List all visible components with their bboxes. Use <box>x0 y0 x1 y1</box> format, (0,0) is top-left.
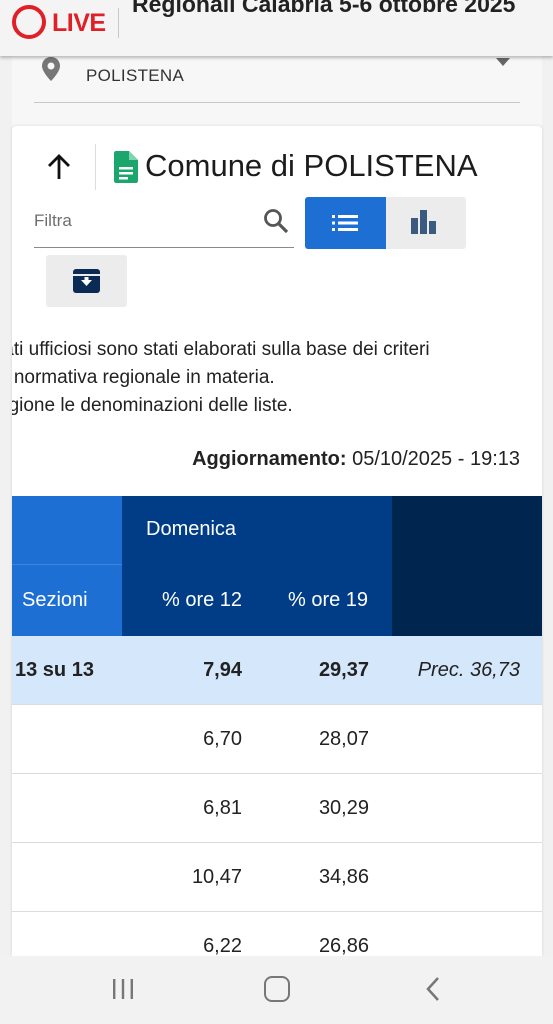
location-underline <box>34 102 520 103</box>
recent-apps-icon[interactable] <box>110 978 136 1000</box>
cell-ore12: 6,70 <box>203 728 242 750</box>
arrow-up-icon[interactable] <box>42 152 76 182</box>
live-logo-text: LIVE <box>52 9 106 37</box>
header-domenica: Domenica <box>122 496 392 566</box>
header-cell-empty <box>12 496 122 566</box>
cell-prev: Prec. 36,73 <box>417 659 520 681</box>
disclaimer-line: tati ufficiosi sono stati elaborati sull… <box>12 339 430 360</box>
table-row[interactable]: 6,81 30,29 <box>12 774 542 843</box>
filter-input[interactable] <box>34 204 254 238</box>
system-nav-bar <box>0 956 553 1024</box>
home-icon[interactable] <box>264 976 290 1002</box>
header-domenica-label: Domenica <box>146 518 237 540</box>
update-timestamp: Aggiornamento: 05/10/2025 - 19:13 <box>192 448 520 471</box>
header-ore19-label[interactable]: % ore 19 <box>288 589 368 612</box>
cell-ore19: 30,29 <box>318 797 369 819</box>
location-name: POLISTENA <box>86 66 185 85</box>
cell-ore12: 10,47 <box>191 866 242 888</box>
table-row[interactable]: 10,47 34,86 <box>12 843 542 912</box>
location-selector[interactable]: POLISTENA <box>12 56 542 126</box>
cell-ore12: 6,22 <box>203 935 242 956</box>
update-label: Aggiornamento: <box>192 448 347 470</box>
document-icon <box>114 151 138 183</box>
header-cell-prev <box>392 566 542 636</box>
disclaimer-text: tati ufficiosi sono stati elaborati sull… <box>12 336 542 420</box>
card-header-divider <box>95 144 96 190</box>
chart-view-button[interactable] <box>386 197 466 249</box>
cell-ore12: 7,94 <box>203 659 242 681</box>
disclaimer-line: egione le denominazioni delle liste. <box>12 395 293 416</box>
archive-download-icon <box>73 269 100 293</box>
table-header-group: Domenica <box>12 496 542 566</box>
filter-field[interactable] <box>34 198 294 248</box>
search-icon[interactable] <box>262 207 290 235</box>
header-sezioni-label: Sezioni <box>22 589 88 611</box>
header-cell-prev <box>392 496 542 566</box>
comune-card: Comune di POLISTENA Filtra tati ufficios… <box>12 126 542 956</box>
cell-ore19: 26,86 <box>318 935 369 956</box>
header-sezioni[interactable]: Sezioni <box>12 566 122 636</box>
location-pin-icon <box>42 57 60 81</box>
table-header: Sezioni % ore 12 % ore 19 <box>12 566 542 636</box>
list-icon <box>332 215 358 231</box>
header-ore12-label[interactable]: % ore 12 <box>162 589 242 612</box>
dropdown-caret-icon[interactable] <box>496 58 510 66</box>
page-title: Regionali Calabria 5-6 ottobre 2025 <box>132 0 516 17</box>
cell-ore12: 6,81 <box>203 797 242 819</box>
cell-ore19: 28,07 <box>318 728 369 750</box>
card-title: Comune di POLISTENA <box>145 148 478 183</box>
cell-ore19: 29,37 <box>318 659 369 681</box>
header-divider <box>118 8 119 38</box>
table-row-total[interactable]: 13 su 13 7,94 29,37 Prec. 36,73 <box>12 636 542 705</box>
table-row[interactable]: 6,70 28,07 <box>12 705 542 774</box>
update-value: 05/10/2025 - 19:13 <box>352 448 520 470</box>
list-view-button[interactable] <box>305 197 386 249</box>
cell-sezioni: 13 su 13 <box>15 659 94 681</box>
table-row[interactable]: 6,22 26,86 <box>12 912 542 956</box>
disclaimer-line: a normativa regionale in materia. <box>12 367 275 388</box>
cell-ore19: 34,86 <box>318 866 369 888</box>
download-button[interactable] <box>46 255 127 307</box>
app-header: LIVE Regionali Calabria 5-6 ottobre 2025 <box>0 0 553 56</box>
live-logo-ring <box>12 5 46 39</box>
back-icon[interactable] <box>423 976 443 1002</box>
header-divider-line <box>12 564 122 565</box>
bar-chart-icon <box>411 210 436 234</box>
header-ore-group: % ore 12 % ore 19 <box>122 566 392 636</box>
live-logo[interactable]: LIVE <box>12 5 112 39</box>
